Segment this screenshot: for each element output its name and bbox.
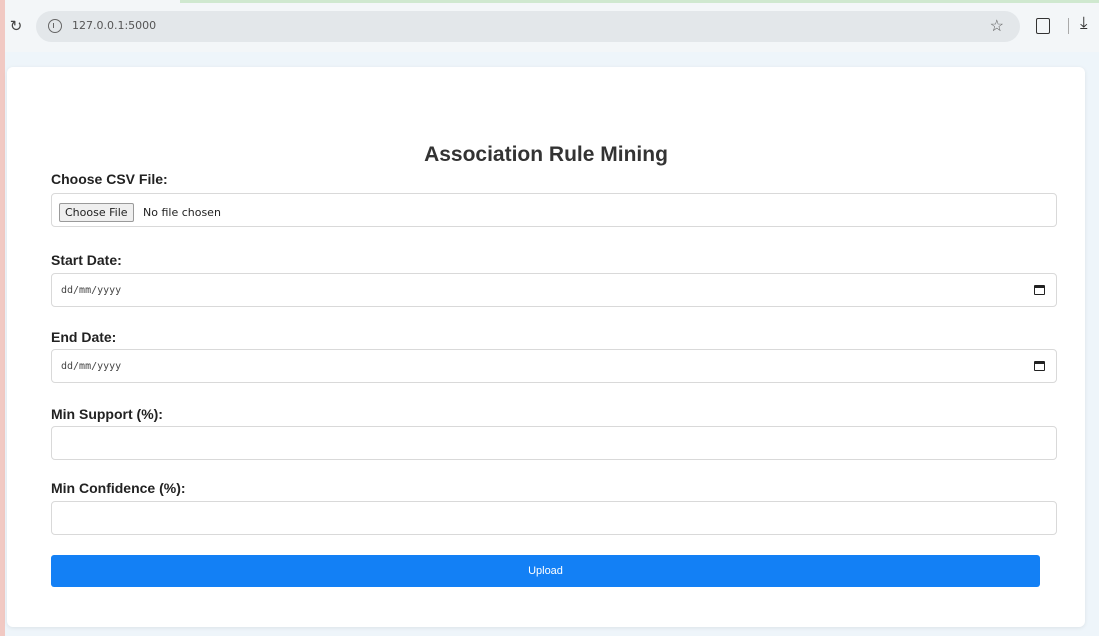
end-date-placeholder: dd/mm/yyyy xyxy=(61,361,122,372)
bookmark-star-icon[interactable]: ☆ xyxy=(990,16,1004,36)
end-date-label: End Date: xyxy=(51,329,117,345)
address-bar[interactable]: 127.0.0.1:5000 ☆ xyxy=(36,11,1020,42)
min-confidence-input[interactable] xyxy=(51,501,1057,535)
extensions-icon[interactable] xyxy=(1036,18,1050,34)
file-status-text: No file chosen xyxy=(143,206,221,219)
min-support-label: Min Support (%): xyxy=(51,406,163,422)
start-date-label: Start Date: xyxy=(51,252,122,268)
calendar-icon[interactable] xyxy=(1034,285,1045,295)
browser-toolbar: ↻ 127.0.0.1:5000 ☆ ⤓ xyxy=(0,0,1099,52)
site-info-icon[interactable] xyxy=(48,19,62,33)
top-accent-strip xyxy=(180,0,1099,3)
csv-file-label: Choose CSV File: xyxy=(51,171,168,187)
start-date-placeholder: dd/mm/yyyy xyxy=(61,285,122,296)
calendar-icon[interactable] xyxy=(1034,361,1045,371)
end-date-input[interactable]: dd/mm/yyyy xyxy=(51,349,1057,383)
page-content: Association Rule Mining Choose CSV File:… xyxy=(5,52,1099,636)
min-support-input[interactable] xyxy=(51,426,1057,460)
choose-file-button[interactable]: Choose File xyxy=(59,203,134,222)
download-icon[interactable]: ⤓ xyxy=(1080,13,1088,33)
toolbar-divider xyxy=(1068,18,1069,34)
min-confidence-label: Min Confidence (%): xyxy=(51,480,186,496)
csv-file-input[interactable]: Choose File No file chosen xyxy=(51,193,1057,227)
start-date-input[interactable]: dd/mm/yyyy xyxy=(51,273,1057,307)
upload-button[interactable]: Upload xyxy=(51,555,1040,587)
reload-icon[interactable]: ↻ xyxy=(6,16,26,36)
url-text[interactable]: 127.0.0.1:5000 xyxy=(72,19,156,32)
form-card: Association Rule Mining Choose CSV File:… xyxy=(7,67,1085,627)
page-title: Association Rule Mining xyxy=(424,143,668,166)
